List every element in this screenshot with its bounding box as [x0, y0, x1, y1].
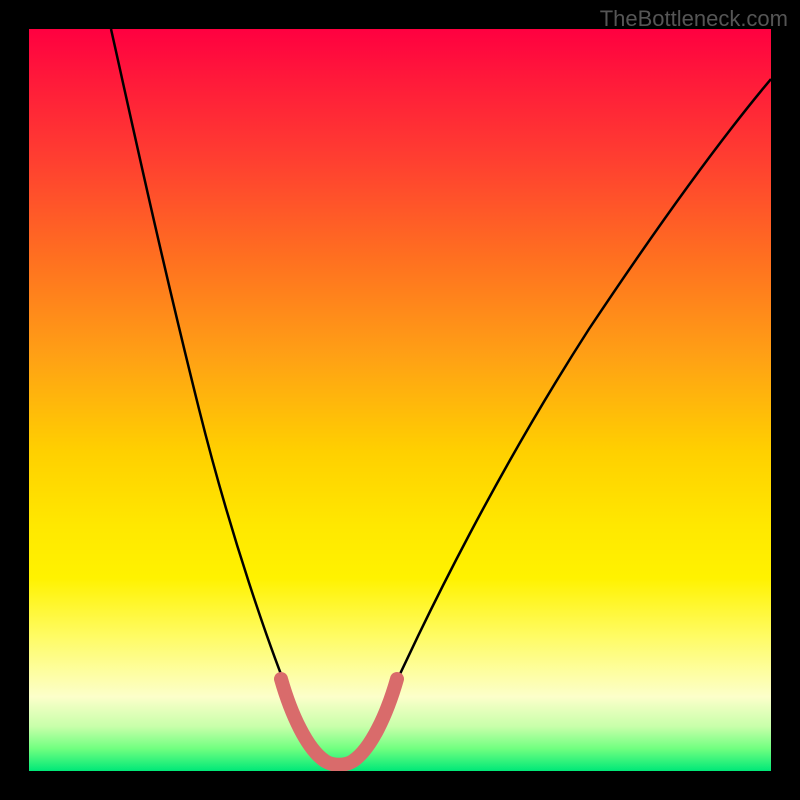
- chart-svg: [29, 29, 771, 771]
- bottleneck-curve: [111, 29, 771, 764]
- valley-highlight: [281, 679, 397, 765]
- chart-plot-area: [29, 29, 771, 771]
- watermark-text: TheBottleneck.com: [600, 6, 788, 32]
